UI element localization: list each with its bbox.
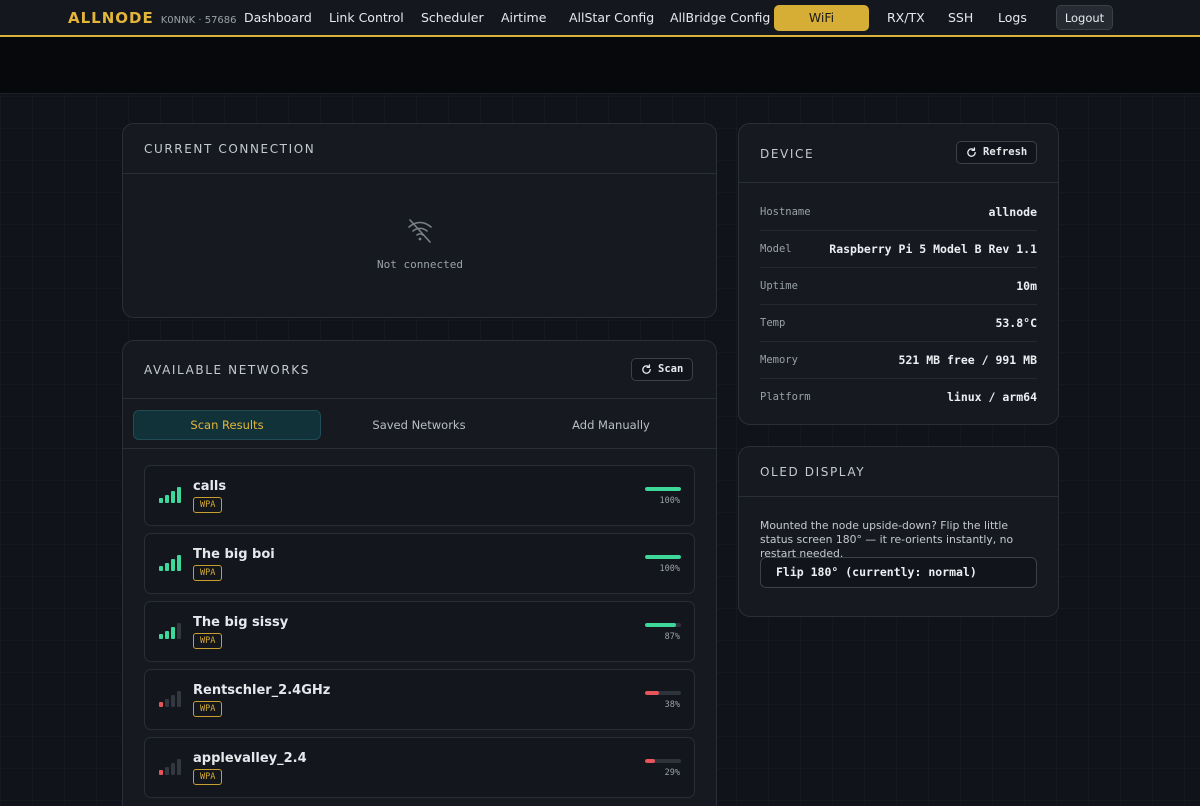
- nav-dashboard[interactable]: Dashboard: [244, 5, 312, 31]
- available-networks-title: AVAILABLE NETWORKS: [144, 363, 310, 377]
- security-badge: WPA: [193, 565, 223, 581]
- network-item[interactable]: The big boi WPA 100%: [144, 533, 695, 594]
- device-row: Temp 53.8°C: [760, 305, 1037, 342]
- security-badge: WPA: [193, 701, 223, 717]
- device-row-label: Hostname: [760, 206, 811, 218]
- signal-strength-fill: [645, 623, 677, 627]
- refresh-icon: [967, 147, 976, 157]
- current-connection-title: CURRENT CONNECTION: [144, 142, 316, 156]
- device-row-value: 10m: [1016, 279, 1037, 293]
- nav-airtime[interactable]: Airtime: [501, 5, 546, 31]
- security-badge: WPA: [193, 497, 223, 513]
- refresh-label: Refresh: [983, 146, 1028, 158]
- signal-strength-fill: [645, 487, 681, 491]
- nav-link-control[interactable]: Link Control: [329, 5, 404, 31]
- available-networks-card: AVAILABLE NETWORKS Scan Scan Results Sav…: [122, 340, 717, 806]
- signal-percent: 100%: [659, 496, 680, 506]
- brand-callsign: K0NNK · 57686: [160, 15, 237, 26]
- oled-display-card: OLED DISPLAY Mounted the node upside-dow…: [738, 446, 1059, 617]
- wifi-off-icon: [408, 219, 432, 243]
- signal-percent: 87%: [664, 632, 680, 642]
- divider: [123, 448, 716, 449]
- nav-wifi-manager[interactable]: WiFi Manager: [774, 5, 869, 51]
- banner: [0, 37, 1200, 94]
- signal-strength-bar: [645, 691, 681, 695]
- card-header: OLED DISPLAY: [739, 447, 1058, 497]
- device-row-value: 521 MB free / 991 MB: [898, 353, 1037, 367]
- signal-bars-icon: [159, 759, 181, 775]
- network-ssid: The big boi: [193, 547, 275, 562]
- security-badge: WPA: [193, 633, 223, 649]
- signal-strength-bar: [645, 487, 681, 491]
- nav-ssh[interactable]: SSH: [948, 5, 973, 31]
- flip-oled-button[interactable]: Flip 180° (currently: normal): [760, 557, 1037, 588]
- tab-scan-results[interactable]: Scan Results: [133, 410, 321, 440]
- network-ssid: The big sissy: [193, 615, 289, 630]
- brand: ALLNODE K0NNK · 57686: [68, 9, 237, 27]
- nav-allstar-config[interactable]: AllStar Config: [569, 5, 654, 31]
- network-ssid: applevalley_2.4: [193, 751, 307, 766]
- security-badge: WPA: [193, 769, 223, 785]
- network-item[interactable]: The big sissy WPA 87%: [144, 601, 695, 662]
- tab-add-manually[interactable]: Add Manually: [517, 410, 705, 440]
- signal-strength-bar: [645, 555, 681, 559]
- signal-bars-icon: [159, 487, 181, 503]
- network-ssid: Rentschler_2.4GHz: [193, 683, 331, 698]
- oled-title: OLED DISPLAY: [760, 465, 866, 479]
- device-row: Hostname allnode: [760, 194, 1037, 231]
- signal-percent: 29%: [664, 768, 680, 778]
- network-tabs: Scan Results Saved Networks Add Manually: [133, 410, 696, 440]
- signal-percent: 38%: [664, 700, 680, 710]
- device-row-value: linux / arm64: [946, 390, 1037, 404]
- device-row-label: Temp: [760, 317, 786, 329]
- device-row-label: Model: [760, 243, 792, 255]
- device-row: Platform linux / arm64: [760, 379, 1037, 416]
- signal-bars-icon: [159, 691, 181, 707]
- signal-strength-bar: [645, 623, 681, 627]
- card-header: AVAILABLE NETWORKS Scan: [123, 341, 716, 399]
- refresh-icon: [642, 364, 651, 374]
- signal-percent: 100%: [659, 564, 680, 574]
- device-row-label: Platform: [760, 391, 811, 403]
- signal-bars-icon: [159, 623, 181, 639]
- device-row-value: 53.8°C: [995, 316, 1037, 330]
- card-header: CURRENT CONNECTION: [123, 124, 716, 174]
- device-row-label: Uptime: [760, 280, 798, 292]
- device-row-label: Memory: [760, 354, 798, 366]
- device-row: Model Raspberry Pi 5 Model B Rev 1.1: [760, 231, 1037, 268]
- connection-status: Not connected: [123, 216, 716, 271]
- scan-label: Scan: [658, 363, 684, 375]
- device-row: Uptime 10m: [760, 268, 1037, 305]
- top-nav: ALLNODE K0NNK · 57686 Dashboard Link Con…: [0, 0, 1200, 51]
- card-header: DEVICE Refresh: [739, 124, 1058, 183]
- not-connected-text: Not connected: [376, 258, 464, 271]
- device-row-value: Raspberry Pi 5 Model B Rev 1.1: [829, 242, 1037, 256]
- signal-strength-fill: [645, 555, 681, 559]
- nav-allbridge-config[interactable]: AllBridge Config: [670, 5, 770, 31]
- nav-scheduler[interactable]: Scheduler: [421, 5, 484, 31]
- brand-name: ALLNODE: [68, 9, 154, 27]
- device-row: Memory 521 MB free / 991 MB: [760, 342, 1037, 379]
- current-connection-card: CURRENT CONNECTION Not connected: [122, 123, 717, 318]
- network-item[interactable]: calls WPA 100%: [144, 465, 695, 526]
- network-item[interactable]: applevalley_2.4 WPA 29%: [144, 737, 695, 798]
- device-row-value: allnode: [988, 205, 1037, 219]
- signal-strength-bar: [645, 759, 681, 763]
- signal-bars-icon: [159, 555, 181, 571]
- device-card: DEVICE Refresh Hostname allnode Model Raspb…: [738, 123, 1059, 425]
- network-item[interactable]: Rentschler_2.4GHz WPA 38%: [144, 669, 695, 730]
- scan-button[interactable]: Scan: [631, 358, 694, 381]
- device-title: DEVICE: [760, 147, 815, 161]
- signal-strength-fill: [645, 691, 659, 695]
- nav-logs[interactable]: Logs: [998, 5, 1027, 31]
- tab-saved-networks[interactable]: Saved Networks: [325, 410, 513, 440]
- nav-rxtx[interactable]: RX/TX: [887, 5, 925, 31]
- refresh-button[interactable]: Refresh: [956, 141, 1038, 164]
- network-ssid: calls: [193, 479, 227, 494]
- logout-button[interactable]: Logout: [1056, 5, 1113, 30]
- oled-description: Mounted the node upside-down? Flip the l…: [760, 519, 1014, 560]
- signal-strength-fill: [645, 759, 656, 763]
